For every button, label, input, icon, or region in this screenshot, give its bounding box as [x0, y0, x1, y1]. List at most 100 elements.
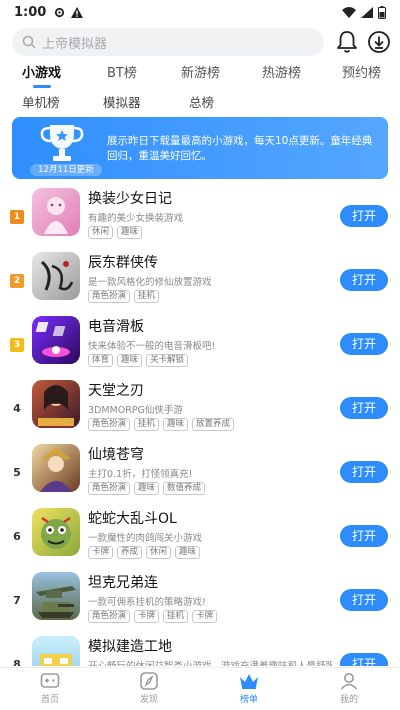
rank-badge: 2 [10, 274, 24, 288]
open-button[interactable]: 打开 [340, 461, 388, 483]
nav-ranking[interactable]: 榜单 [219, 672, 279, 705]
app-tag: 数值养成 [163, 482, 206, 495]
app-tag: 趣味 [175, 546, 201, 559]
tab-mini-games[interactable]: 小游戏 [22, 62, 61, 88]
list-item[interactable]: 8 模拟建造工地 开心畅玩的休闲益智类小游戏，游戏充满着趣味和人最舒服的 打开 [0, 632, 400, 666]
app-tag: 挂机 [134, 290, 160, 303]
status-time: 1:00 [14, 4, 47, 20]
app-desc: 一款魔性的肉鸽闯关小游戏 [88, 533, 203, 544]
app-name: 蛇蛇大乱斗OL [88, 511, 177, 527]
open-button[interactable]: 打开 [340, 397, 388, 419]
app-tag: 卡牌 [88, 546, 114, 559]
trophy-icon [40, 125, 84, 161]
nav-discover[interactable]: 发现 [119, 672, 179, 705]
status-bar: 1:00 [0, 0, 400, 24]
app-tag: 角色扮演 [88, 290, 131, 303]
app-tag: 挂机 [163, 610, 189, 623]
nav-label: 首页 [40, 695, 59, 705]
app-tag: 体育 [88, 354, 114, 367]
list-item[interactable]: 1 换装少女日记 有趣的美少女换装游戏 休闲 趣味 打开 [0, 184, 400, 248]
app-icon [32, 572, 80, 620]
list-item[interactable]: 2 辰东群侠传 是一款风格化的修仙放置游戏 角色扮演 挂机 打开 [0, 248, 400, 312]
list-item[interactable]: 4 天堂之刃 3DMMORPG仙侠手游 角色扮演 挂机 趣味 放置养成 打开 [0, 376, 400, 440]
nav-home[interactable]: 首页 [20, 672, 80, 705]
bottom-nav: 首页 发现 榜单 我的 [0, 667, 400, 710]
user-icon [340, 673, 358, 690]
banner-date: 12月11日更新 [30, 164, 102, 176]
subtab-single[interactable]: 单机榜 [22, 92, 60, 111]
rank-number: 7 [13, 594, 21, 607]
app-tags: 角色扮演 挂机 趣味 放置养成 [88, 418, 235, 431]
game-list: 1 换装少女日记 有趣的美少女换装游戏 休闲 趣味 打开 2 辰东群侠传 是一款… [0, 182, 400, 666]
app-icon [32, 188, 80, 236]
open-button[interactable]: 打开 [340, 333, 388, 355]
app-icon [32, 252, 80, 300]
bell-icon[interactable] [336, 30, 358, 54]
nav-label: 我的 [339, 695, 358, 705]
open-button[interactable]: 打开 [340, 269, 388, 291]
category-tabs: 小游戏 BT榜 新游榜 热游榜 预约榜 [0, 62, 400, 88]
app-tag: 放置养成 [192, 418, 235, 431]
subtab-overall[interactable]: 总榜 [189, 92, 214, 111]
app-icon [32, 316, 80, 364]
app-icon [32, 380, 80, 428]
app-name: 电音滑板 [88, 319, 144, 335]
list-item[interactable]: 3 电音滑板 快来体验不一般的电音滑板吧! 体育 趣味 关卡解锁 打开 [0, 312, 400, 376]
app-tag: 养成 [117, 546, 143, 559]
crown-icon [240, 674, 258, 689]
app-name: 辰东群侠传 [88, 255, 158, 271]
rank-number: 6 [13, 530, 21, 543]
list-item[interactable]: 5 仙境苍穹 主打0.1折，打怪领真充! 角色扮演 趣味 数值养成 打开 [0, 440, 400, 504]
wifi-icon [342, 6, 356, 18]
app-tags: 角色扮演 趣味 数值养成 [88, 482, 206, 495]
app-name: 模拟建造工地 [88, 639, 172, 655]
compass-icon [140, 672, 158, 690]
rank-badge: 1 [10, 210, 24, 224]
app-tag: 趣味 [163, 418, 189, 431]
nav-label: 发现 [139, 695, 158, 705]
app-tags: 休闲 趣味 [88, 226, 143, 239]
nav-label: 榜单 [239, 695, 258, 705]
app-tag: 卡牌 [192, 610, 218, 623]
signal-icon [361, 6, 373, 18]
app-tag: 卡牌 [134, 610, 160, 623]
app-tag: 趣味 [134, 482, 160, 495]
app-tag: 趣味 [117, 226, 143, 239]
app-name: 天堂之刃 [88, 383, 144, 399]
app-tags: 体育 趣味 关卡解锁 [88, 354, 189, 367]
warning-icon [71, 6, 84, 18]
rank-number: 4 [13, 402, 21, 415]
nav-mine[interactable]: 我的 [319, 672, 379, 705]
app-desc: 一款可佣系挂机的策略游戏! [88, 597, 206, 608]
list-item[interactable]: 7 坦克兄弟连 一款可佣系挂机的策略游戏! 角色扮演 卡牌 挂机 卡牌 打开 [0, 568, 400, 632]
app-icon [32, 636, 80, 666]
open-button[interactable]: 打开 [340, 653, 388, 666]
subtab-emulator[interactable]: 模拟器 [103, 92, 141, 111]
app-tags: 卡牌 养成 休闲 趣味 [88, 546, 201, 559]
open-button[interactable]: 打开 [340, 205, 388, 227]
rank-number: 5 [13, 466, 21, 479]
app-tags: 角色扮演 挂机 [88, 290, 160, 303]
list-item[interactable]: 6 蛇蛇大乱斗OL 一款魔性的肉鸽闯关小游戏 卡牌 养成 休闲 趣味 打开 [0, 504, 400, 568]
battery-icon [378, 5, 386, 19]
tab-preorder[interactable]: 预约榜 [342, 62, 381, 88]
app-tag: 趣味 [117, 354, 143, 367]
tab-hot-games[interactable]: 热游榜 [262, 62, 301, 88]
app-tag: 挂机 [134, 418, 160, 431]
app-desc: 3DMMORPG仙侠手游 [88, 405, 183, 416]
tab-new-games[interactable]: 新游榜 [181, 62, 220, 88]
download-icon[interactable] [367, 30, 391, 54]
search-placeholder: 上帝模拟器 [42, 36, 108, 52]
sub-tabs: 单机榜 模拟器 总榜 [0, 92, 400, 112]
open-button[interactable]: 打开 [340, 589, 388, 611]
search-input[interactable]: 上帝模拟器 [12, 28, 324, 56]
app-tag: 休闲 [88, 226, 114, 239]
app-tag: 角色扮演 [88, 482, 131, 495]
app-tag: 关卡解锁 [146, 354, 189, 367]
search-row: 上帝模拟器 [0, 28, 400, 58]
tab-bt-rank[interactable]: BT榜 [107, 62, 137, 88]
app-desc: 是一款风格化的修仙放置游戏 [88, 277, 212, 288]
app-name: 坦克兄弟连 [88, 575, 158, 591]
open-button[interactable]: 打开 [340, 525, 388, 547]
gear-icon [55, 7, 65, 17]
